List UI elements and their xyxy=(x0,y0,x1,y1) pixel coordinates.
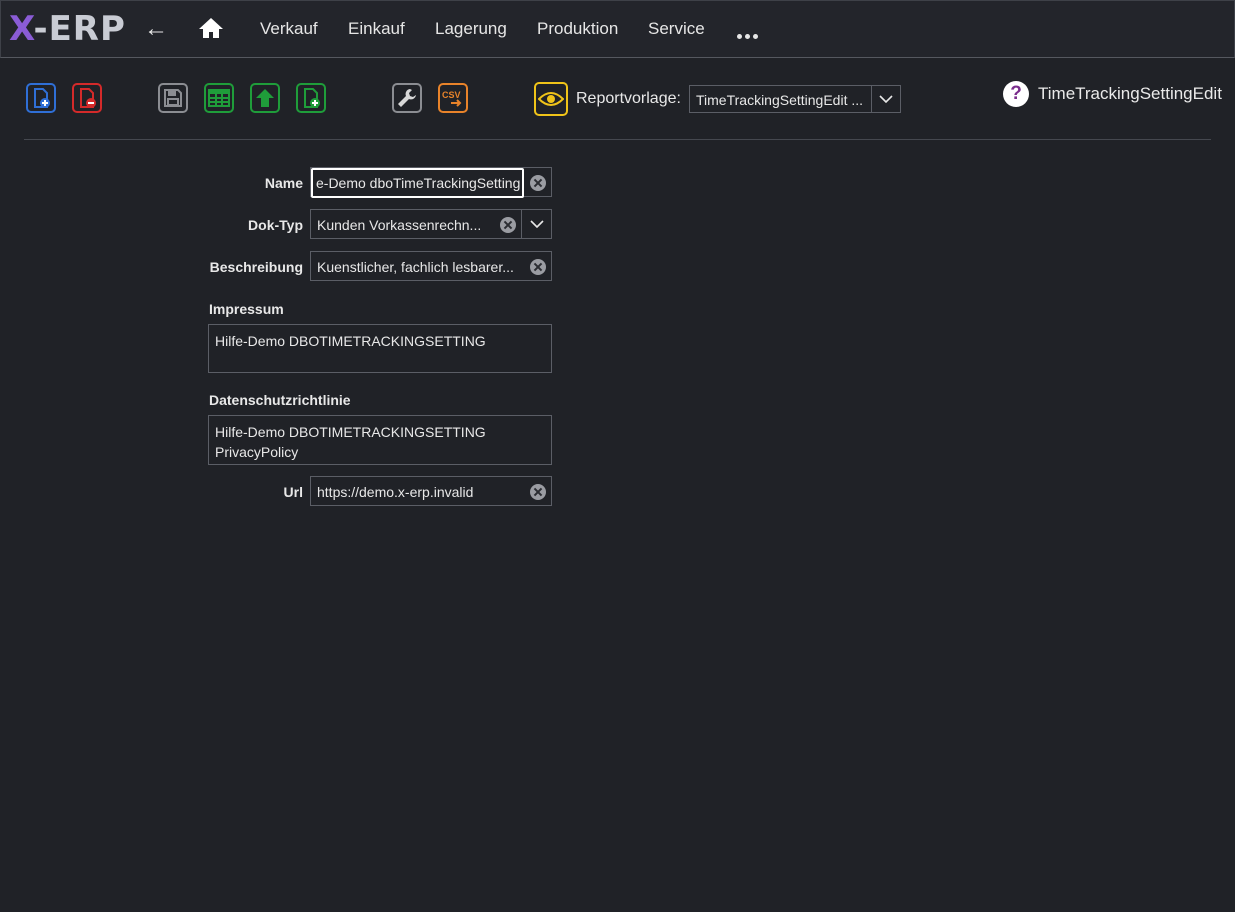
csv-export-icon: CSV xyxy=(442,90,462,107)
url-input[interactable]: https://demo.x-erp.invalid xyxy=(310,476,552,506)
url-label: Url xyxy=(283,484,303,500)
csv-export-button[interactable]: CSV xyxy=(438,83,468,113)
add-document-icon xyxy=(304,88,320,108)
app-logo[interactable]: X-ERP xyxy=(9,9,126,49)
new-document-button[interactable] xyxy=(26,83,56,113)
save-button[interactable] xyxy=(158,83,188,113)
beschreibung-value: Kuenstlicher, fachlich lesbarer... xyxy=(317,259,514,275)
delete-document-icon xyxy=(80,88,96,108)
help-icon[interactable]: ? xyxy=(1003,81,1029,107)
nav-item-service[interactable]: Service xyxy=(648,19,705,39)
clear-icon[interactable] xyxy=(530,259,546,275)
upload-button[interactable] xyxy=(250,83,280,113)
chevron-down-icon[interactable] xyxy=(521,210,551,238)
add-document-button[interactable] xyxy=(296,83,326,113)
name-field[interactable]: e-Demo dboTimeTrackingSetting xyxy=(310,167,552,198)
clear-icon[interactable] xyxy=(530,175,546,191)
nav-item-produktion[interactable]: Produktion xyxy=(537,19,618,39)
name-input[interactable]: e-Demo dboTimeTrackingSetting xyxy=(311,168,524,198)
datenschutz-textarea[interactable]: Hilfe-Demo DBOTIMETRACKINGSETTING Privac… xyxy=(208,415,552,465)
beschreibung-label: Beschreibung xyxy=(209,259,303,275)
eye-icon xyxy=(538,92,564,106)
report-template-value: TimeTrackingSettingEdit ... xyxy=(696,92,864,108)
nav-item-verkauf[interactable]: Verkauf xyxy=(260,19,318,39)
table-view-button[interactable] xyxy=(204,83,234,113)
doktyp-label: Dok-Typ xyxy=(248,217,303,233)
back-arrow-icon[interactable]: ← xyxy=(144,15,168,43)
save-icon xyxy=(164,89,182,107)
upload-icon xyxy=(256,89,274,107)
datenschutz-label: Datenschutzrichtlinie xyxy=(209,392,351,408)
new-document-icon xyxy=(34,88,50,108)
report-template-select[interactable]: TimeTrackingSettingEdit ... xyxy=(689,85,901,113)
preview-button[interactable] xyxy=(534,82,568,116)
doktyp-select[interactable]: Kunden Vorkassenrechn... xyxy=(310,209,552,239)
clear-icon[interactable] xyxy=(530,484,546,500)
page-title: TimeTrackingSettingEdit xyxy=(1038,84,1222,103)
name-label: Name xyxy=(264,175,303,191)
doktyp-value: Kunden Vorkassenrechn... xyxy=(317,217,482,233)
toolbar-divider xyxy=(24,139,1211,140)
more-menu-icon[interactable] xyxy=(737,26,761,44)
clear-icon[interactable] xyxy=(500,217,516,233)
chevron-down-icon[interactable] xyxy=(871,86,900,112)
impressum-textarea[interactable]: Hilfe-Demo DBOTIMETRACKINGSETTING xyxy=(208,324,552,373)
nav-item-lagerung[interactable]: Lagerung xyxy=(435,19,507,39)
report-template-label: Reportvorlage: xyxy=(576,90,681,107)
impressum-label: Impressum xyxy=(209,301,284,317)
settings-button[interactable] xyxy=(392,83,422,113)
home-icon[interactable] xyxy=(198,17,224,44)
wrench-icon xyxy=(398,89,416,107)
svg-text:CSV: CSV xyxy=(442,90,461,100)
url-value: https://demo.x-erp.invalid xyxy=(317,484,474,500)
table-icon xyxy=(208,89,230,107)
top-navigation-bar: X-ERP ← Verkauf Einkauf Lagerung Produkt… xyxy=(0,0,1235,58)
delete-document-button[interactable] xyxy=(72,83,102,113)
nav-item-einkauf[interactable]: Einkauf xyxy=(348,19,405,39)
beschreibung-input[interactable]: Kuenstlicher, fachlich lesbarer... xyxy=(310,251,552,281)
